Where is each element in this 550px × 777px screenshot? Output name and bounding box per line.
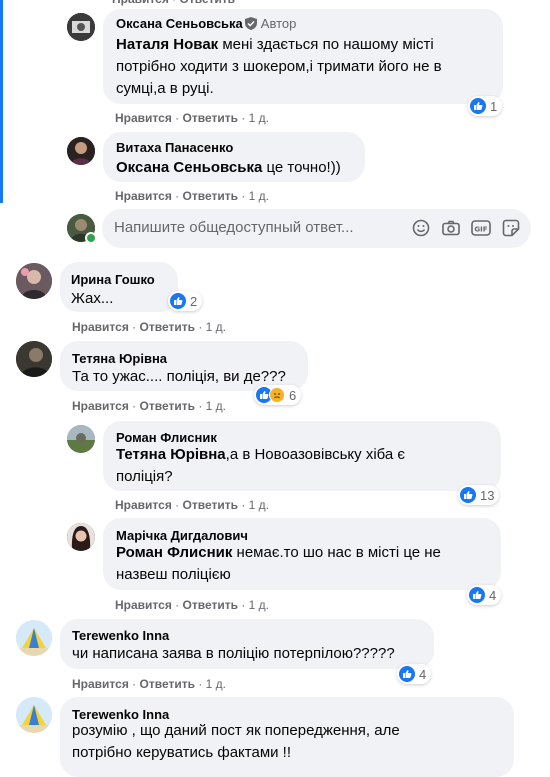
comment-actions: Нравится · Ответить · 1 д. [115, 598, 269, 612]
like-button[interactable]: Нравится [115, 111, 172, 125]
verified-shield-icon [244, 17, 257, 30]
comment-author[interactable]: Витаха Панасенко [116, 140, 233, 155]
online-status-dot [85, 232, 97, 244]
timestamp[interactable]: 1 д. [206, 677, 226, 691]
mention-link[interactable]: Роман Флисник [116, 544, 232, 561]
author-badge: Автор [260, 16, 297, 31]
avatar[interactable] [16, 697, 52, 733]
reaction-count[interactable]: 4 [397, 664, 432, 684]
sad-reaction-icon [269, 387, 285, 403]
comment-text: Жах... [71, 290, 114, 307]
mention-link[interactable]: Тетяна Юрівна [116, 446, 226, 463]
mention-link[interactable]: Оксана Сеньовська [116, 159, 262, 176]
comment-text: Наталя Новак мені здається по нашому міс… [116, 36, 442, 97]
reply-input[interactable]: Напишите общедоступный ответ... GIF [102, 209, 531, 248]
like-icon [399, 666, 415, 682]
reply-button[interactable]: Ответить [140, 399, 195, 413]
reply-button[interactable]: Ответить [140, 320, 195, 334]
comment-actions: Нравится · Ответить · 1 д. [115, 111, 269, 125]
reply-button[interactable]: Ответить [183, 189, 238, 203]
reaction-count[interactable]: 13 [458, 485, 500, 505]
comment-text: Та то ужас.... поліція, ви де??? [72, 368, 286, 385]
mention-link[interactable]: Наталя Новак [116, 36, 218, 53]
comment-actions: Нравится · Ответить · 1 д. [72, 399, 226, 413]
comment-actions: Нравится · Ответить · 1 д. [72, 320, 226, 334]
sticker-icon[interactable] [501, 218, 521, 238]
comment-author[interactable]: Ирина Гошко [71, 272, 155, 287]
gif-icon[interactable]: GIF [471, 218, 491, 238]
comment-actions: Нравится · Ответить · 1 д. [115, 189, 269, 203]
like-button[interactable]: Нравится [72, 320, 129, 334]
reply-input-placeholder: Напишите общедоступный ответ... [114, 219, 354, 236]
like-button[interactable]: Нравится [72, 677, 129, 691]
timestamp[interactable]: 1 д. [249, 498, 269, 512]
reply-button[interactable]: Ответить [183, 598, 238, 612]
svg-text:GIF: GIF [474, 226, 487, 234]
reply-button[interactable]: Ответить [140, 677, 195, 691]
like-icon [170, 293, 186, 309]
thread-indicator [0, 0, 3, 203]
like-icon [470, 98, 486, 114]
emoji-icon[interactable] [411, 218, 431, 238]
like-icon [460, 487, 476, 503]
avatar[interactable] [16, 620, 52, 656]
camera-icon[interactable] [441, 218, 461, 238]
avatar[interactable] [16, 341, 52, 377]
like-button[interactable]: Нравится [115, 189, 172, 203]
like-button[interactable]: Нравится [115, 498, 172, 512]
comment-author[interactable]: Тетяна Юрівна [72, 351, 167, 366]
reply-button[interactable]: Ответить [183, 498, 238, 512]
comment-actions: Нравится · Ответить · 1 д. [72, 677, 226, 691]
comment-author[interactable]: Оксана Сеньовська Автор [116, 16, 296, 31]
comment-actions: Нравится · Ответить · 1 д. [115, 498, 269, 512]
comment-text: розумію , що даний пост як попередження,… [72, 722, 400, 761]
comment-author[interactable]: Terewenko Inna [72, 628, 169, 643]
comment-text: Тетяна Юрівна,а в Новоазовівську хіба є … [116, 446, 406, 485]
avatar[interactable] [67, 13, 95, 41]
avatar[interactable] [67, 137, 95, 165]
comment-author[interactable]: Роман Флисник [116, 430, 217, 445]
reaction-count[interactable]: 6 [254, 385, 302, 405]
like-button[interactable]: Нравится [115, 598, 172, 612]
timestamp[interactable]: 1 д. [249, 598, 269, 612]
comment-author[interactable]: Марічка Дигдалович [116, 528, 248, 543]
comment-text: Роман Флисник немає.то шо нас в місті це… [116, 544, 441, 583]
avatar[interactable] [67, 523, 95, 551]
timestamp[interactable]: 1 д. [249, 111, 269, 125]
timestamp[interactable]: 1 д. [206, 399, 226, 413]
reaction-count[interactable]: 4 [467, 585, 502, 605]
timestamp[interactable]: 1 д. [249, 189, 269, 203]
timestamp[interactable]: 1 д. [206, 320, 226, 334]
comment-text: Оксана Сеньовська це точно!)) [116, 159, 341, 176]
like-button[interactable]: Нравится [72, 399, 129, 413]
reply-button[interactable]: Ответить [183, 111, 238, 125]
avatar[interactable] [67, 425, 95, 453]
avatar[interactable] [16, 263, 52, 299]
reaction-count[interactable]: 1 [468, 96, 503, 116]
reaction-count[interactable]: 2 [168, 291, 203, 311]
like-icon [469, 587, 485, 603]
comment-text: чи написана заява в поліцію потерпілою??… [72, 645, 395, 662]
comment-actions-partial: Нравится · Ответить [112, 0, 235, 6]
